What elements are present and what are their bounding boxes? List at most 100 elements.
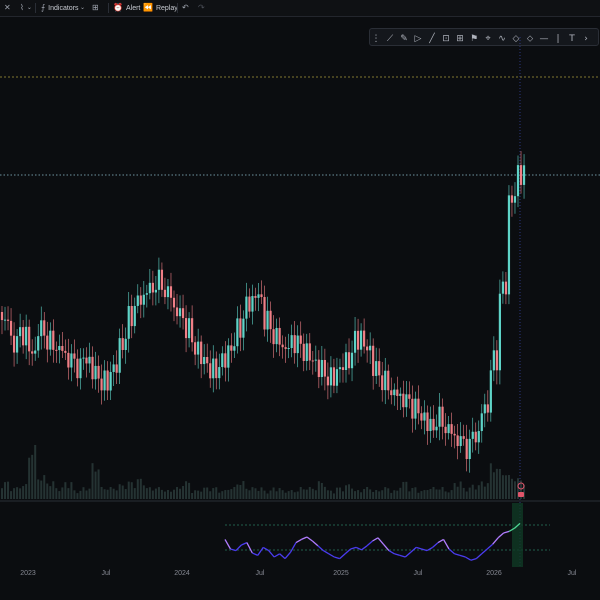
- candle-body: [299, 335, 302, 344]
- close-button[interactable]: ✕: [4, 0, 11, 16]
- rsi-line-segment: [377, 537, 384, 545]
- redo-icon: ↷: [198, 3, 205, 12]
- toolbar-divider: [35, 3, 36, 13]
- candle-body: [326, 376, 329, 386]
- volume-bar: [197, 490, 200, 499]
- volume-bar: [206, 487, 209, 499]
- volume-bar: [148, 487, 151, 499]
- chart-type-button[interactable]: ⌇ ⌄: [20, 0, 32, 16]
- candle-body: [31, 351, 34, 354]
- candle-body: [435, 426, 438, 431]
- candle-body: [332, 367, 336, 386]
- price-chart[interactable]: [0, 17, 600, 567]
- volume-bar: [341, 491, 344, 499]
- volume-bar: [393, 490, 396, 499]
- candle-body: [70, 353, 73, 368]
- volume-bar: [420, 491, 423, 499]
- indicators-button[interactable]: ⨍ Indicators: [41, 0, 79, 16]
- rsi-line-segment: [394, 553, 400, 557]
- volume-bar: [323, 486, 326, 499]
- candle-body: [498, 293, 501, 371]
- volume-bar: [287, 491, 290, 499]
- candle-body: [34, 350, 37, 354]
- indicators-dropdown[interactable]: ⌄: [80, 0, 85, 16]
- replay-button[interactable]: ⏪ Replay: [143, 0, 178, 16]
- candle-body: [0, 312, 4, 321]
- candle-body: [293, 335, 296, 354]
- earnings-flag-icon[interactable]: [518, 492, 524, 497]
- volume-bar: [372, 491, 375, 499]
- candle-body: [91, 356, 94, 380]
- volume-bar: [139, 478, 142, 499]
- top-toolbar: ✕ ⌇ ⌄ ⨍ Indicators ⌄ ⊞ ⏰ Alert ⏪ Replay …: [0, 0, 600, 17]
- volume-bar: [474, 489, 477, 499]
- undo-button[interactable]: ↶: [182, 0, 189, 16]
- candle-body: [67, 352, 70, 368]
- candle-body: [323, 359, 326, 377]
- candle-body: [495, 350, 498, 371]
- candle-body: [378, 361, 381, 376]
- rsi-highlight: [512, 503, 523, 567]
- volume-bar: [1, 488, 3, 499]
- volume-bar: [384, 487, 387, 499]
- candle-body: [145, 293, 148, 295]
- volume-bar: [200, 491, 203, 499]
- volume-bar: [182, 486, 185, 499]
- templates-button[interactable]: ⊞: [92, 0, 99, 16]
- volume-bar: [218, 492, 221, 499]
- volume-bar: [16, 487, 19, 499]
- time-axis-label: Jul: [255, 570, 265, 577]
- candle-body: [25, 326, 28, 346]
- rsi-line-segment: [382, 543, 390, 552]
- rsi-line-segment: [306, 536, 313, 542]
- volume-bar: [432, 487, 435, 499]
- candle-body: [157, 269, 161, 290]
- bottom-panel: [0, 584, 600, 600]
- candle-body: [317, 359, 320, 378]
- toolbar-divider: [177, 3, 178, 13]
- volume-bar: [185, 481, 188, 499]
- volume-bar: [242, 481, 245, 499]
- volume-bar: [61, 487, 64, 499]
- volume-bar: [299, 487, 302, 499]
- volume-bar: [462, 487, 465, 499]
- candle-body: [49, 330, 52, 350]
- volume-bar: [329, 490, 332, 499]
- candle-body: [405, 394, 408, 408]
- candle-body: [296, 335, 299, 354]
- candle-body: [73, 353, 76, 359]
- candle-body: [254, 296, 257, 298]
- volume-bar: [163, 491, 166, 499]
- candle-body: [420, 413, 423, 421]
- candle-body: [130, 306, 133, 327]
- rsi-line-segment: [334, 556, 340, 560]
- candle-body: [375, 361, 378, 376]
- candle-body: [444, 426, 447, 434]
- volume-bar: [390, 492, 393, 499]
- volume-bar: [133, 488, 136, 499]
- redo-button[interactable]: ↷: [198, 0, 205, 16]
- candle-body: [290, 335, 293, 349]
- volume-bar: [290, 490, 293, 499]
- candle-body: [459, 436, 462, 447]
- candle-body: [284, 347, 287, 349]
- candle-body: [40, 320, 43, 337]
- candle-body: [236, 318, 239, 347]
- volume-bar: [260, 487, 263, 499]
- alert-button[interactable]: ⏰ Alert: [113, 0, 140, 16]
- volume-bar: [414, 487, 417, 499]
- candle-body: [359, 330, 363, 350]
- time-axis-label: Jul: [567, 570, 577, 577]
- volume-bar: [317, 481, 320, 499]
- volume-bar: [441, 487, 444, 499]
- candle-body: [516, 165, 520, 197]
- time-axis-label: Jul: [101, 570, 111, 577]
- rsi-line-segment: [404, 551, 412, 558]
- candle-body: [492, 350, 495, 371]
- rsi-line-segment: [361, 545, 368, 551]
- volume-bar: [507, 475, 510, 499]
- candle-body: [408, 394, 411, 399]
- candle-body: [115, 364, 118, 373]
- candle-body: [46, 335, 49, 350]
- volume-bar: [510, 478, 513, 499]
